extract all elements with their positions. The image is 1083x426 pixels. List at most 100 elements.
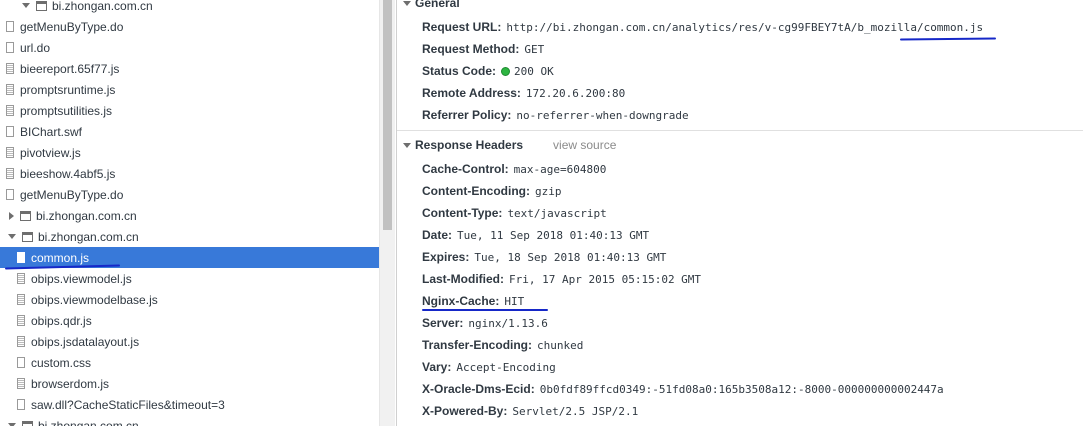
file-icon [6,63,14,74]
header-name: Referrer Policy: [422,108,512,122]
header-row: Status Code: 200 OK [422,61,554,81]
file-name: obips.jsdatalayout.js [31,334,140,349]
file-icon [17,252,25,263]
expand-triangle-icon[interactable] [9,211,14,220]
header-name: Request URL: [422,20,502,34]
header-value: Accept-Encoding [456,360,556,374]
header-value: 172.20.6.200:80 [525,86,626,100]
file-icon [6,105,14,116]
file-tree-item[interactable]: getMenuByType.do [0,184,379,205]
file-icon [6,147,14,158]
file-tree-item[interactable]: obips.viewmodelbase.js [0,289,379,310]
file-name: obips.viewmodel.js [31,271,132,286]
file-icon [17,357,25,368]
file-name: getMenuByType.do [20,19,124,34]
header-value: HIT [504,294,525,308]
annotation-underline [422,309,548,311]
header-row: Content-Encoding: gzip [422,181,561,201]
header-row: Nginx-Cache: HIT [422,291,524,311]
frame-icon [22,420,33,426]
file-icon [17,378,25,389]
header-row: X-Oracle-Dms-Ecid: 0b0fdf89ffcd0349:-51fd… [422,379,944,399]
header-value: Tue, 18 Sep 2018 01:40:13 GMT [474,250,667,264]
file-tree-item[interactable]: custom.css [0,352,379,373]
file-name: bi.zhongan.com.cn [52,0,153,13]
header-row: Transfer-Encoding: chunked [422,335,583,355]
header-value: GET [524,42,545,56]
file-icon [17,315,25,326]
file-name: promptsutilities.js [20,103,113,118]
file-tree-item[interactable]: getMenuByType.do [0,16,379,37]
view-source-link[interactable]: view source [553,138,616,152]
file-icon [6,168,14,179]
file-tree-item[interactable]: pivotview.js [0,142,379,163]
header-row: Vary: Accept-Encoding [422,357,556,377]
file-icon [6,84,14,95]
header-name: Remote Address: [422,86,521,100]
file-name: obips.viewmodelbase.js [31,292,158,307]
header-value: Servlet/2.5 JSP/2.1 [512,404,639,418]
header-value: nginx/1.13.6 [468,316,548,330]
header-name: Date: [422,228,453,242]
file-name: promptsruntime.js [20,82,116,97]
header-row: X-Powered-By: Servlet/2.5 JSP/2.1 [422,401,638,421]
header-name: Cache-Control: [422,162,509,176]
response-headers-title: Response Headers [415,138,524,152]
status-ok-icon [501,66,511,76]
frame-tree-item[interactable]: bi.zhongan.com.cn [0,226,379,247]
header-row: Expires: Tue, 18 Sep 2018 01:40:13 GMT [422,247,666,267]
header-value: no-referrer-when-downgrade [516,108,689,122]
header-name: Content-Encoding: [422,184,530,198]
frame-tree-item[interactable]: bi.zhongan.com.cn [0,0,379,16]
file-tree-item[interactable]: common.js [0,247,379,268]
headers-panel: General Request URL: http://bi.zhongan.co… [397,0,1083,426]
file-name: bi.zhongan.com.cn [36,208,137,223]
file-name: bi.zhongan.com.cn [38,229,139,244]
file-name: bi.zhongan.com.cn [38,418,139,426]
file-icon [17,399,25,410]
header-row: Server: nginx/1.13.6 [422,313,548,333]
file-name: bieeshow.4abf5.js [20,166,116,181]
file-name: obips.qdr.js [31,313,92,328]
header-row: Remote Address: 172.20.6.200:80 [422,83,625,103]
header-value: chunked [537,338,584,352]
file-tree-item[interactable]: promptsruntime.js [0,79,379,100]
expand-triangle-icon [403,0,411,6]
file-tree-item[interactable]: bieereport.65f77.js [0,58,379,79]
general-section-header[interactable]: General [403,0,460,12]
header-name: Nginx-Cache: [422,294,500,308]
file-tree-item[interactable]: obips.qdr.js [0,310,379,331]
file-tree-item[interactable]: saw.dll?CacheStaticFiles&timeout=3 [0,394,379,415]
header-name: X-Powered-By: [422,404,508,418]
file-name: browserdom.js [31,376,110,391]
file-name: pivotview.js [20,145,81,160]
file-name: getMenuByType.do [20,187,124,202]
header-row: Date: Tue, 11 Sep 2018 01:40:13 GMT [422,225,649,245]
file-name: custom.css [31,355,92,370]
section-divider [397,130,1083,131]
collapse-triangle-icon[interactable] [8,234,16,239]
header-value: Tue, 11 Sep 2018 01:40:13 GMT [457,228,650,242]
response-headers-section-header[interactable]: Response Headers view source [403,136,616,154]
file-tree-item[interactable]: promptsutilities.js [0,100,379,121]
file-tree-item[interactable]: browserdom.js [0,373,379,394]
file-icon [17,336,25,347]
scrollbar-thumb[interactable] [383,0,392,230]
collapse-triangle-icon[interactable] [22,3,30,8]
file-tree-item[interactable]: obips.jsdatalayout.js [0,331,379,352]
frame-icon [36,0,47,11]
header-name: Status Code: [422,64,497,78]
file-tree-item[interactable]: url.do [0,37,379,58]
file-name: common.js [31,250,90,265]
file-icon [17,273,25,284]
header-name: Transfer-Encoding: [422,338,533,352]
file-tree-item[interactable]: bieeshow.4abf5.js [0,163,379,184]
frame-tree-item[interactable]: bi.zhongan.com.cn [0,415,379,426]
frame-tree-item[interactable]: bi.zhongan.com.cn [0,205,379,226]
header-row: Referrer Policy: no-referrer-when-downgra… [422,105,689,125]
file-tree-item[interactable]: BIChart.swf [0,121,379,142]
header-row: Last-Modified: Fri, 17 Apr 2015 05:15:02 … [422,269,701,289]
header-value: http://bi.zhongan.com.cn/analytics/res/v… [506,20,984,34]
file-tree-item[interactable]: obips.viewmodel.js [0,268,379,289]
file-icon [6,126,14,137]
